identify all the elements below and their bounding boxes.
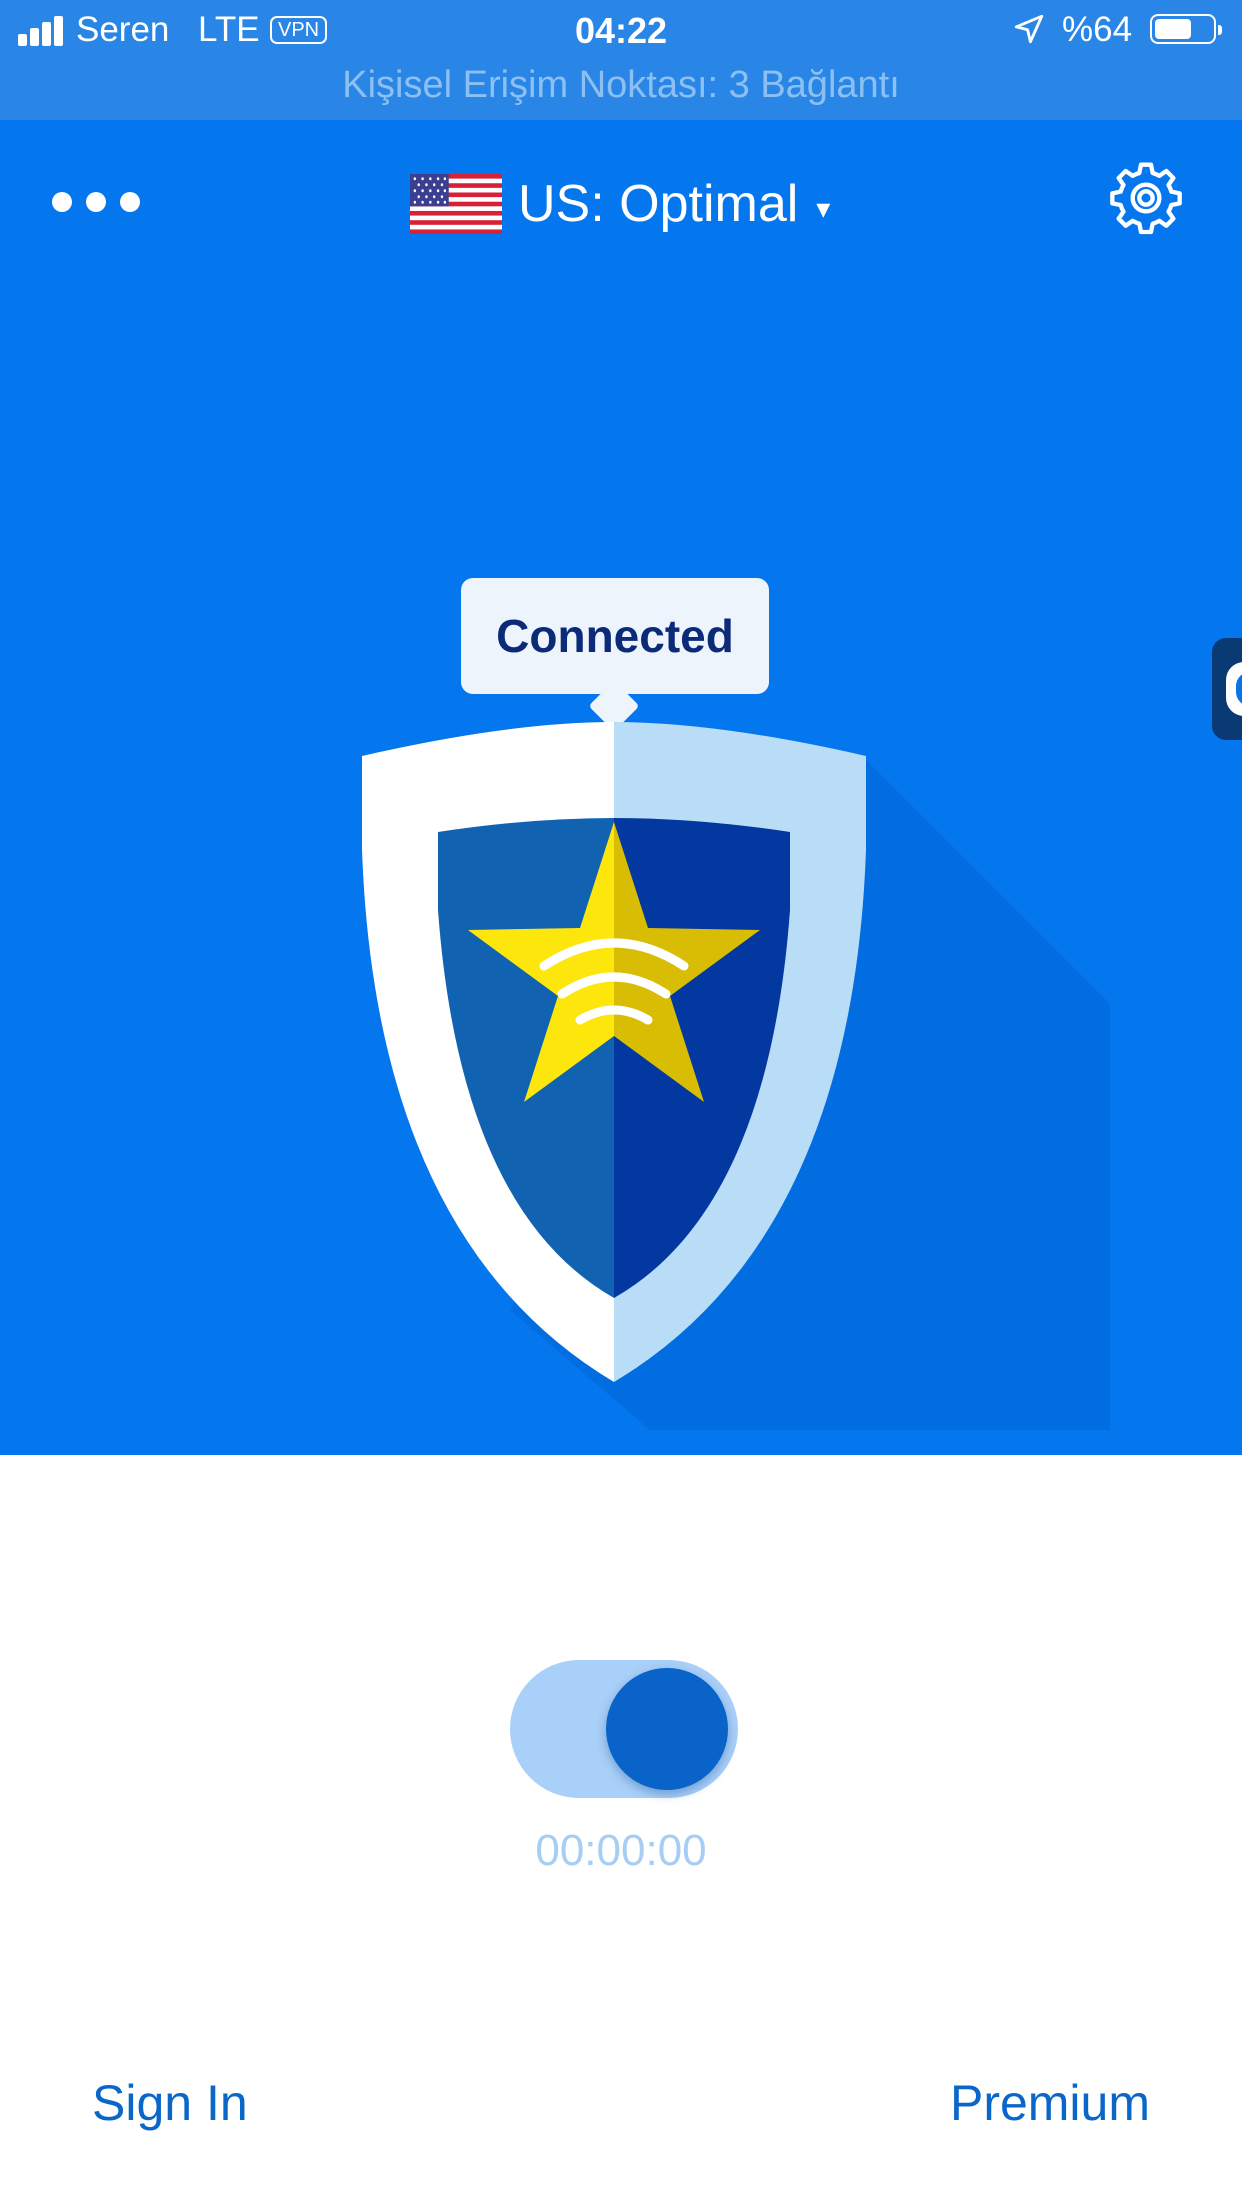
connection-timer: 00:00:00 [535,1826,707,1875]
shield-star-wifi-icon[interactable] [350,710,1110,1430]
more-button[interactable] [52,182,152,222]
battery-fill [1155,19,1191,39]
more-dots-icon [52,192,72,212]
sign-in-button[interactable]: Sign In [92,2074,248,2132]
status-row: Seren LTE VPN 04:22 %64 [0,0,1242,60]
vpn-connect-toggle[interactable] [510,1660,738,1798]
location-label: US: Optimal [518,175,799,233]
battery-icon [1150,14,1222,44]
location-arrow-icon [1014,14,1044,44]
connection-status-label: Connected [461,578,769,694]
hotspot-banner[interactable]: Kişisel Erişim Noktası: 3 Bağlantı [0,64,1242,107]
location-selector[interactable]: US: Optimal ▾ [410,164,830,244]
gear-icon[interactable] [1106,158,1186,238]
side-drawer-handle[interactable] [1212,638,1242,740]
premium-button[interactable]: Premium [950,2074,1150,2132]
status-bar: Seren LTE VPN 04:22 %64 Kişisel Erişim N… [0,0,1242,120]
battery-percent: %64 [1062,10,1133,49]
chevron-down-icon: ▾ [816,192,831,224]
toggle-knob[interactable] [606,1668,728,1790]
clock: 04:22 [574,10,668,51]
hero-panel: US: Optimal ▾ Connected [0,120,1242,1455]
us-flag-icon [410,174,502,234]
